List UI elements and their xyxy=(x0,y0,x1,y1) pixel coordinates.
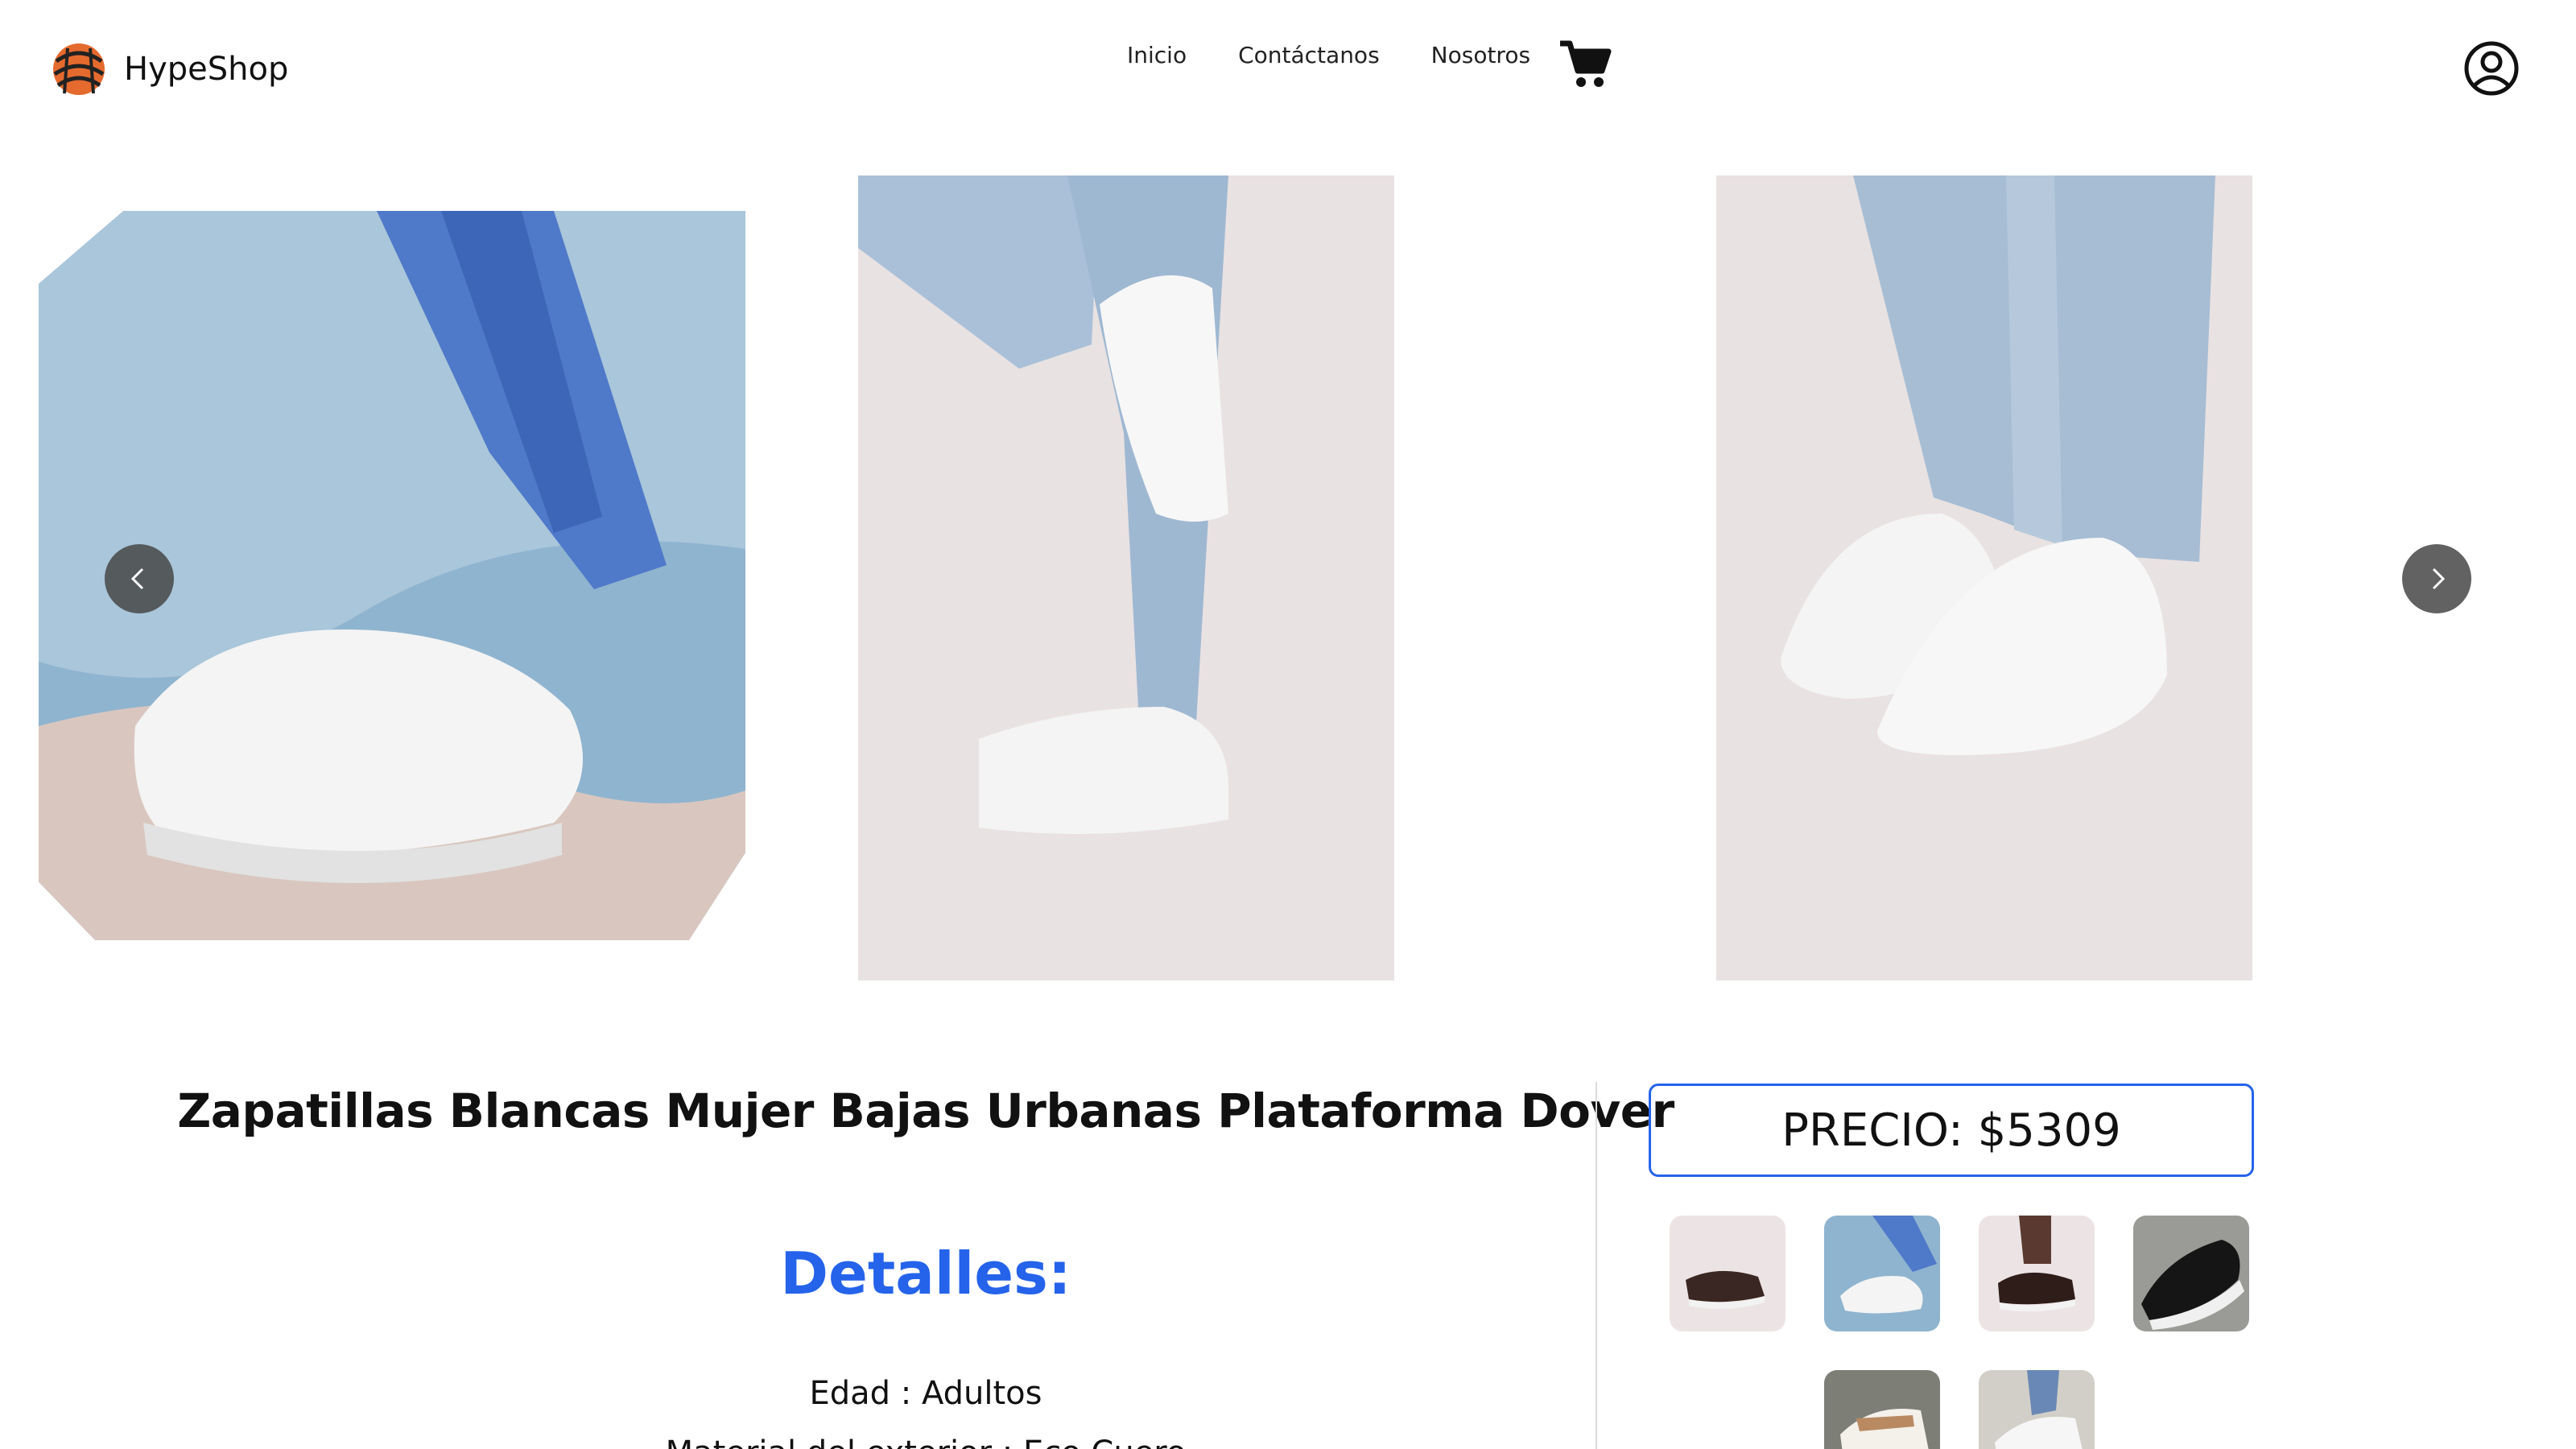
thumbnail-6[interactable] xyxy=(1979,1370,2095,1449)
brand-name: HypeShop xyxy=(124,51,289,88)
detail-age: Edad : Adultos xyxy=(809,1375,1042,1412)
details-heading: Detalles: xyxy=(780,1240,1071,1307)
brand[interactable]: HypeShop xyxy=(50,37,288,101)
carousel-image-2 xyxy=(858,175,1394,980)
chevron-left-icon xyxy=(130,568,144,590)
chevron-right-icon xyxy=(2432,568,2446,590)
carousel-image-3 xyxy=(1716,175,2252,980)
thumbnail-3[interactable] xyxy=(1979,1216,2095,1331)
detail-material: Material del exterior : Eco Cuero xyxy=(644,1435,1208,1449)
thumbnail-4[interactable] xyxy=(2133,1216,2249,1331)
thumbnail-2[interactable] xyxy=(1824,1216,1940,1331)
carousel-next-button[interactable] xyxy=(2402,544,2471,613)
logo-icon xyxy=(53,43,105,95)
product-carousel xyxy=(0,175,2576,980)
thumbnail-1[interactable] xyxy=(1670,1216,1785,1331)
nav-nosotros[interactable]: Nosotros xyxy=(1431,42,1530,68)
cart-icon[interactable] xyxy=(1558,39,1612,90)
thumbnail-5[interactable] xyxy=(1824,1370,1940,1449)
price-box: PRECIO: $5309 xyxy=(1649,1084,2254,1177)
header: HypeShop Inicio Contáctanos Nosotros xyxy=(0,0,2576,137)
main-nav: Inicio Contáctanos Nosotros xyxy=(1127,42,1530,68)
nav-contactanos[interactable]: Contáctanos xyxy=(1238,42,1380,68)
product-page: HypeShop Inicio Contáctanos Nosotros Zap… xyxy=(0,0,2576,1449)
carousel-prev-button[interactable] xyxy=(105,544,174,613)
price-label: PRECIO: $5309 xyxy=(1781,1104,2121,1157)
user-account-icon[interactable] xyxy=(2463,40,2520,97)
nav-inicio[interactable]: Inicio xyxy=(1127,42,1187,68)
product-title: Zapatillas Blancas Mujer Bajas Urbanas P… xyxy=(177,1084,1674,1138)
vertical-divider xyxy=(1596,1082,1597,1449)
